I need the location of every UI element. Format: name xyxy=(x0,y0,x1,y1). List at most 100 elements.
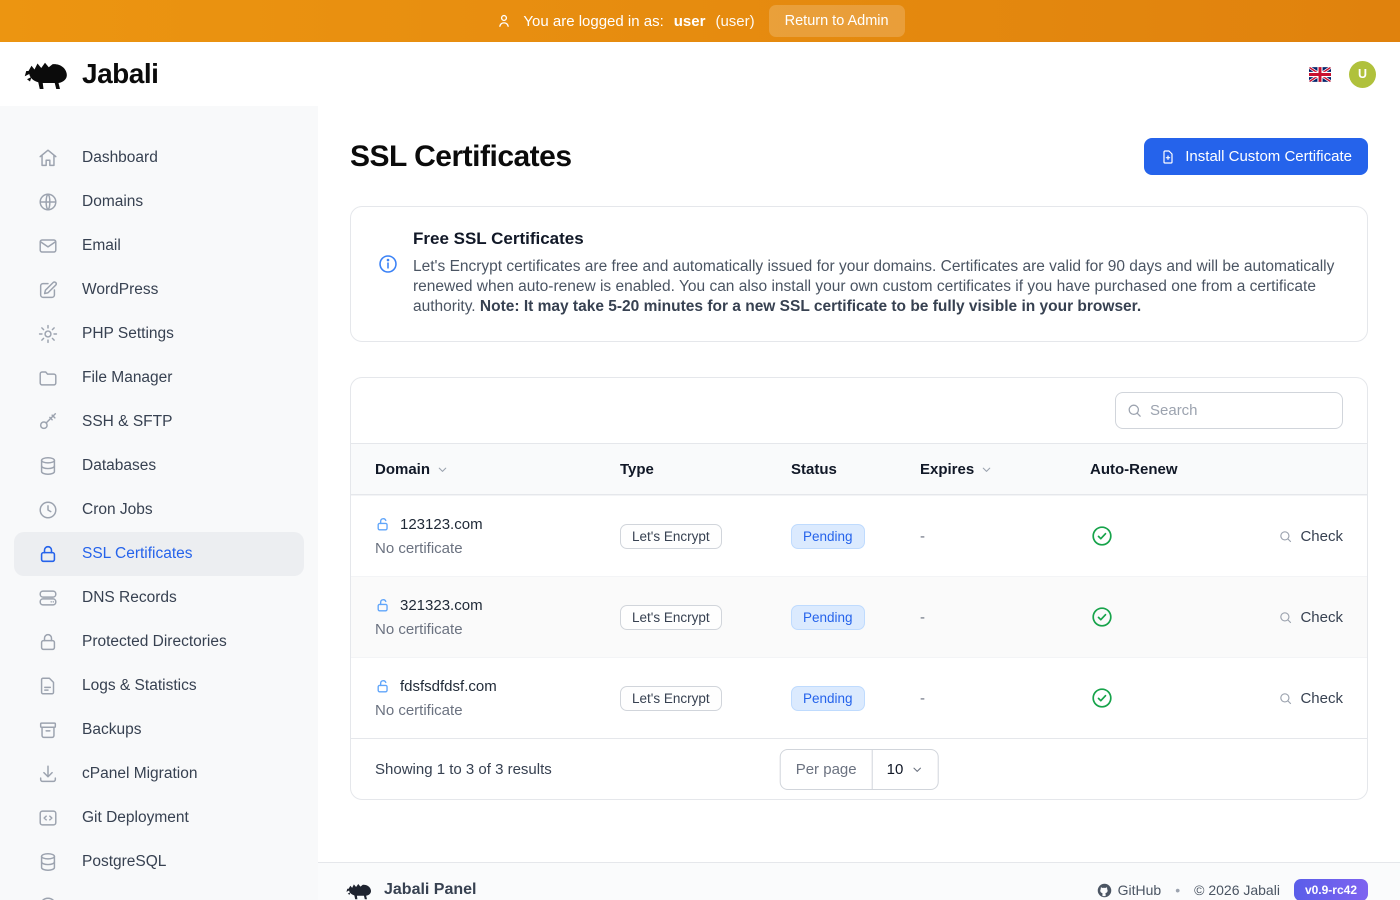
github-icon xyxy=(1097,883,1112,898)
brand-name: Jabali xyxy=(82,58,158,90)
domain-name[interactable]: fdsfsdfdsf.com xyxy=(400,678,497,695)
check-button[interactable]: Check xyxy=(1278,609,1343,626)
certificate-subtext: No certificate xyxy=(375,621,620,638)
sidebar-item-partial[interactable] xyxy=(14,884,304,900)
circle-icon xyxy=(36,894,60,900)
domain-name[interactable]: 321323.com xyxy=(400,597,483,614)
unlock-icon xyxy=(375,516,392,533)
auto-renew-check-icon[interactable] xyxy=(1090,686,1278,710)
column-label: Expires xyxy=(920,461,974,478)
per-page-control: Per page 10 xyxy=(780,749,939,790)
server-icon xyxy=(36,586,60,610)
auto-renew-check-icon[interactable] xyxy=(1090,524,1278,548)
sidebar-item-dashboard[interactable]: Dashboard xyxy=(14,136,304,180)
archive-icon xyxy=(36,718,60,742)
check-label: Check xyxy=(1300,609,1343,626)
database-icon xyxy=(36,850,60,874)
sidebar-item-dns-records[interactable]: DNS Records xyxy=(14,576,304,620)
sidebar-item-file-manager[interactable]: File Manager xyxy=(14,356,304,400)
sidebar-item-domains[interactable]: Domains xyxy=(14,180,304,224)
sidebar-item-logs-statistics[interactable]: Logs & Statistics xyxy=(14,664,304,708)
install-custom-certificate-button[interactable]: Install Custom Certificate xyxy=(1144,138,1368,175)
chevron-down-icon xyxy=(980,463,993,476)
status-badge: Pending xyxy=(791,605,865,630)
version-badge: v0.9-rc42 xyxy=(1294,879,1368,900)
github-label: GitHub xyxy=(1118,882,1162,898)
search-icon xyxy=(1278,691,1293,706)
impersonation-bar: You are logged in as: user (user) Return… xyxy=(0,0,1400,42)
sidebar-item-cpanel-migration[interactable]: cPanel Migration xyxy=(14,752,304,796)
sidebar-item-label: Email xyxy=(82,237,121,255)
sidebar-item-label: DNS Records xyxy=(82,589,177,607)
page-footer: Jabali Panel GitHub • © 2026 Jabali v0.9… xyxy=(318,862,1400,900)
sidebar-item-label: Git Deployment xyxy=(82,809,189,827)
unlock-icon xyxy=(375,678,392,695)
expires-value: - xyxy=(920,609,1090,626)
status-badge: Pending xyxy=(791,686,865,711)
per-page-select[interactable]: 10 xyxy=(872,750,938,789)
sidebar-item-label: cPanel Migration xyxy=(82,765,197,783)
table-footer: Showing 1 to 3 of 3 results Per page 10 xyxy=(351,738,1367,799)
column-label: Domain xyxy=(375,461,430,478)
check-label: Check xyxy=(1300,690,1343,707)
type-badge: Let's Encrypt xyxy=(620,524,722,549)
sidebar-item-php-settings[interactable]: PHP Settings xyxy=(14,312,304,356)
logged-in-username: user xyxy=(674,13,706,30)
github-link[interactable]: GitHub xyxy=(1097,882,1162,898)
table-row: fdsfsdfdsf.com No certificate Let's Encr… xyxy=(351,657,1367,738)
brand-logo[interactable]: Jabali xyxy=(24,56,158,92)
folder-icon xyxy=(36,366,60,390)
sidebar-item-ssl-certificates[interactable]: SSL Certificates xyxy=(14,532,304,576)
page-title: SSL Certificates xyxy=(350,140,572,174)
document-icon xyxy=(36,674,60,698)
sidebar-item-cron-jobs[interactable]: Cron Jobs xyxy=(14,488,304,532)
chevron-down-icon xyxy=(910,763,923,776)
pencil-square-icon xyxy=(36,278,60,302)
sidebar-item-postgresql[interactable]: PostgreSQL xyxy=(14,840,304,884)
file-plus-icon xyxy=(1160,149,1176,165)
column-header-auto-renew: Auto-Renew xyxy=(1090,461,1343,478)
column-header-status: Status xyxy=(791,461,920,478)
sidebar-item-wordpress[interactable]: WordPress xyxy=(14,268,304,312)
auto-renew-check-icon[interactable] xyxy=(1090,605,1278,629)
sidebar-item-ssh-sftp[interactable]: SSH & SFTP xyxy=(14,400,304,444)
column-header-domain[interactable]: Domain xyxy=(375,461,620,478)
sidebar-item-label: SSH & SFTP xyxy=(82,413,172,431)
column-header-expires[interactable]: Expires xyxy=(920,461,1090,478)
clock-icon xyxy=(36,498,60,522)
sidebar-item-protected-directories[interactable]: Protected Directories xyxy=(14,620,304,664)
app-header: Jabali U xyxy=(0,42,1400,106)
info-card-note: Note: It may take 5-20 minutes for a new… xyxy=(480,298,1141,315)
expires-value: - xyxy=(920,690,1090,707)
sidebar-item-label: PostgreSQL xyxy=(82,853,166,871)
sidebar-item-label: PHP Settings xyxy=(82,325,174,343)
return-to-admin-button[interactable]: Return to Admin xyxy=(769,5,905,37)
sidebar-item-backups[interactable]: Backups xyxy=(14,708,304,752)
user-avatar[interactable]: U xyxy=(1349,61,1376,88)
check-button[interactable]: Check xyxy=(1278,690,1343,707)
info-card-title: Free SSL Certificates xyxy=(413,229,1341,249)
sidebar-item-git-deployment[interactable]: Git Deployment xyxy=(14,796,304,840)
table-row: 123123.com No certificate Let's Encrypt … xyxy=(351,495,1367,576)
home-icon xyxy=(36,146,60,170)
logged-in-text: You are logged in as: xyxy=(523,13,663,30)
sidebar-item-label: Domains xyxy=(82,193,143,211)
domain-name[interactable]: 123123.com xyxy=(400,516,483,533)
certificate-subtext: No certificate xyxy=(375,540,620,557)
footer-copyright: © 2026 Jabali xyxy=(1194,882,1280,898)
logged-in-role: (user) xyxy=(715,13,754,30)
table-header-row: Domain Type Status Expires Auto-Renew xyxy=(351,443,1367,495)
sidebar-item-databases[interactable]: Databases xyxy=(14,444,304,488)
code-icon xyxy=(36,806,60,830)
gear-icon xyxy=(36,322,60,346)
search-input[interactable] xyxy=(1115,392,1343,429)
check-button[interactable]: Check xyxy=(1278,528,1343,545)
type-badge: Let's Encrypt xyxy=(620,605,722,630)
lock-icon xyxy=(36,630,60,654)
ssl-certificates-table: Domain Type Status Expires Auto-Renew xyxy=(350,377,1368,800)
sidebar-item-email[interactable]: Email xyxy=(14,224,304,268)
uk-flag-icon[interactable] xyxy=(1309,67,1331,82)
table-row: 321323.com No certificate Let's Encrypt … xyxy=(351,576,1367,657)
results-summary: Showing 1 to 3 of 3 results xyxy=(375,761,552,778)
footer-separator: • xyxy=(1175,882,1180,898)
